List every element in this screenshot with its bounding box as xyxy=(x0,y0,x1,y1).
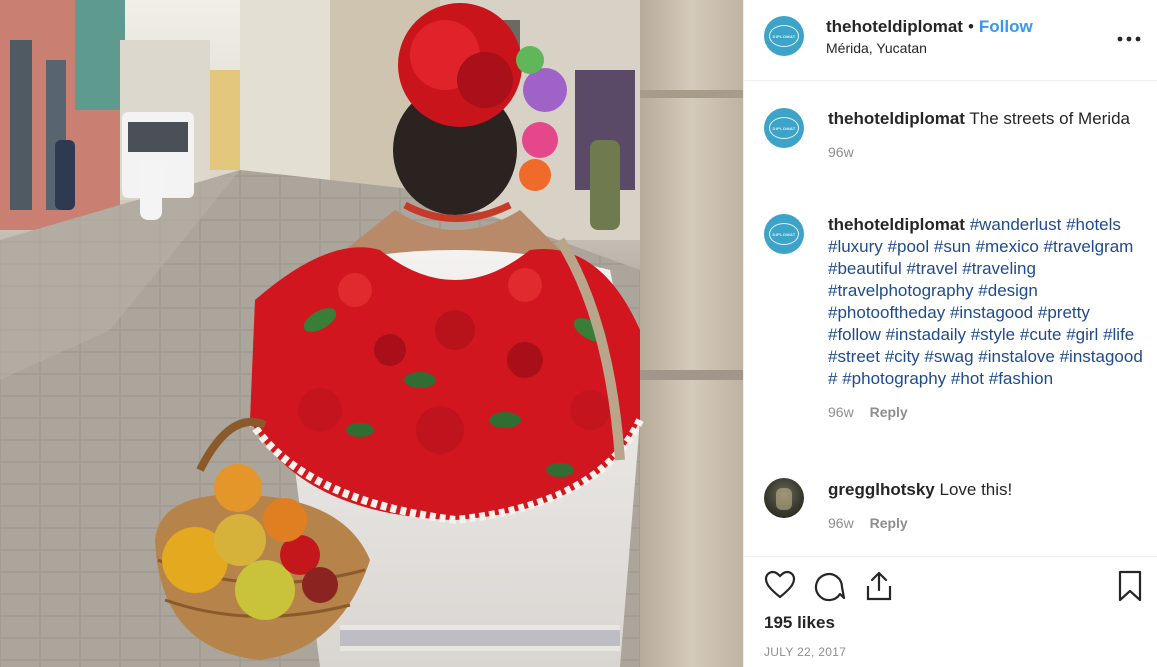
hashtag-link[interactable]: #hot xyxy=(951,369,984,388)
hashtag-link[interactable]: #photooftheday xyxy=(828,303,945,322)
reply-button[interactable]: Reply xyxy=(870,404,908,420)
hashtag-link[interactable]: #city xyxy=(885,347,920,366)
comment-icon[interactable] xyxy=(814,570,846,607)
hashtag-link[interactable]: #instagood xyxy=(950,303,1033,322)
comment-username[interactable]: thehoteldiplomat xyxy=(828,215,965,234)
hashtag-link[interactable]: #cute xyxy=(1020,325,1062,344)
avatar-logo-text: DIPLOMAT xyxy=(772,33,796,39)
commenter-avatar[interactable] xyxy=(764,478,804,518)
hashtag-link[interactable]: #wanderlust xyxy=(970,215,1062,234)
caption-avatar[interactable]: DIPLOMAT xyxy=(764,108,804,148)
reply-button[interactable]: Reply xyxy=(870,515,908,531)
follow-button[interactable]: Follow xyxy=(979,17,1033,37)
share-icon[interactable] xyxy=(864,570,894,607)
hashtag-link[interactable]: #girl xyxy=(1066,325,1098,344)
action-bar xyxy=(764,570,1144,602)
hashtag-link[interactable]: #instagood xyxy=(1060,347,1143,366)
hashtag-list: #wanderlust #hotels #luxury #pool #sun #… xyxy=(828,215,1143,388)
hashtag-link[interactable]: #style xyxy=(971,325,1015,344)
location-link[interactable]: Mérida, Yucatan xyxy=(826,40,1033,56)
post-panel: DIPLOMAT thehoteldiplomat • Follow Mérid… xyxy=(743,0,1157,667)
comment-text: Love this! xyxy=(939,480,1013,499)
hashtag-link[interactable]: #beautiful xyxy=(828,259,902,278)
hashtag-link[interactable]: #travelgram xyxy=(1044,237,1134,256)
hashtag-link[interactable]: #travel xyxy=(906,259,957,278)
comment-time[interactable]: 96w xyxy=(828,515,854,531)
comment-username[interactable]: thehoteldiplomat xyxy=(828,109,965,128)
hashtag-link[interactable]: #traveling xyxy=(962,259,1036,278)
hashtag-link[interactable]: #design xyxy=(978,281,1038,300)
header-username[interactable]: thehoteldiplomat xyxy=(826,17,963,37)
hashtag-link[interactable]: #luxury xyxy=(828,237,883,256)
comment-time[interactable]: 96w xyxy=(828,144,854,160)
heart-icon[interactable] xyxy=(764,570,796,605)
hashtag-link[interactable]: #travelphotography xyxy=(828,281,974,300)
hashtag-link[interactable]: #sun xyxy=(934,237,971,256)
header-divider xyxy=(744,80,1157,81)
hashtag-link[interactable]: #instadaily xyxy=(886,325,966,344)
hashtag-link[interactable]: #instalove xyxy=(978,347,1055,366)
hashtag-link[interactable]: #swag xyxy=(924,347,973,366)
hashtag-link[interactable]: #life xyxy=(1103,325,1134,344)
hashtag-link[interactable]: #hotels xyxy=(1066,215,1121,234)
hashtag-link[interactable]: #fashion xyxy=(989,369,1053,388)
actions-divider xyxy=(744,556,1157,557)
hashtag-link[interactable]: #pool xyxy=(888,237,930,256)
user-comment: gregglhotsky Love this! 96w Reply xyxy=(764,478,1144,531)
post-photo[interactable] xyxy=(0,0,743,667)
bookmark-icon[interactable] xyxy=(1117,570,1143,607)
profile-avatar[interactable]: DIPLOMAT xyxy=(764,16,804,56)
hashtag-link[interactable]: #pretty xyxy=(1038,303,1090,322)
hashtag-link[interactable]: #street xyxy=(828,347,880,366)
header-separator: • xyxy=(967,16,974,36)
photo-illustration xyxy=(0,0,743,667)
comment-time[interactable]: 96w xyxy=(828,404,854,420)
hashtag-link[interactable]: #follow xyxy=(828,325,881,344)
post-header: DIPLOMAT thehoteldiplomat • Follow Mérid… xyxy=(764,14,1144,58)
comment-username[interactable]: gregglhotsky xyxy=(828,480,935,499)
hashtags-comment: DIPLOMAT thehoteldiplomat #wanderlust #h… xyxy=(764,214,1144,420)
header-meta: thehoteldiplomat • Follow Mérida, Yucata… xyxy=(826,17,1033,56)
hashtag-link[interactable]: #photography xyxy=(842,369,946,388)
post-date[interactable]: JULY 22, 2017 xyxy=(764,645,846,659)
comment-text: The streets of Merida xyxy=(969,109,1130,128)
caption-comment: DIPLOMAT thehoteldiplomat The streets of… xyxy=(764,108,1144,160)
likes-count[interactable]: 195 likes xyxy=(764,613,835,633)
hashtag-link[interactable]: # xyxy=(828,369,837,388)
hashtag-link[interactable]: #mexico xyxy=(976,237,1039,256)
comment-avatar[interactable]: DIPLOMAT xyxy=(764,214,804,254)
more-options-icon[interactable] xyxy=(1117,24,1141,46)
avatar-logo: DIPLOMAT xyxy=(769,25,799,47)
